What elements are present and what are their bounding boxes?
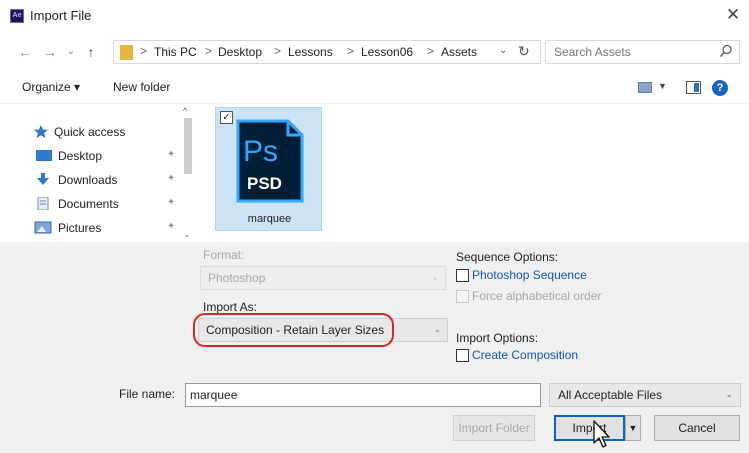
folder-icon (120, 45, 133, 60)
breadcrumb-separator: > (347, 44, 355, 58)
preview-pane-icon[interactable] (686, 81, 701, 94)
address-dropdown-icon[interactable]: ⌄ (499, 45, 507, 56)
format-label: Format: (203, 248, 245, 262)
file-name-label: File name: (119, 387, 176, 401)
scroll-up-icon[interactable]: ^ (183, 106, 187, 116)
photoshop-sequence-label[interactable]: Photoshop Sequence (472, 268, 587, 282)
pin-icon: ✦ (167, 221, 176, 232)
file-name-input[interactable]: marquee (185, 383, 541, 407)
command-toolbar: Organize ▾ New folder ▼ ? (0, 72, 749, 104)
close-button[interactable]: ✕ (722, 4, 744, 26)
mouse-cursor-icon (593, 420, 610, 448)
nav-scrollbar[interactable]: ^ ⌄ (180, 104, 195, 242)
photoshop-file-icon: Ps PSD (236, 119, 304, 203)
import-button[interactable]: Import (554, 415, 625, 441)
breadcrumb-lessons[interactable]: Lessons (288, 45, 333, 59)
psd-icon-psd-text: PSD (247, 174, 282, 193)
force-alphabetical-checkbox (456, 290, 469, 303)
nav-item-label: Desktop (58, 149, 103, 163)
breadcrumb-separator: > (140, 44, 148, 58)
import-options-dropdown-button[interactable]: ▼ (625, 415, 641, 441)
up-button[interactable]: ↑ (82, 42, 100, 62)
address-row: ← → ⌄ ↑ > This PC > Desktop > Lessons > … (0, 38, 749, 66)
search-icon (719, 44, 732, 57)
pin-icon: ✦ (167, 197, 176, 208)
file-name-value: marquee (190, 388, 238, 402)
chevron-down-icon: ⌄ (725, 389, 733, 399)
file-list-pane: ✓ Ps PSD marquee (200, 104, 749, 242)
chevron-down-icon: ⌄ (433, 324, 441, 334)
file-select-checkbox[interactable]: ✓ (220, 111, 233, 124)
search-box[interactable]: Search Assets (545, 40, 740, 64)
chevron-down-icon: ⌄ (431, 272, 439, 282)
breadcrumb-lesson06[interactable]: Lesson06 (361, 45, 413, 59)
scroll-down-icon[interactable]: ⌄ (183, 229, 191, 240)
import-folder-button: Import Folder (453, 415, 535, 441)
file-type-filter-value: All Acceptable Files (558, 388, 663, 402)
force-alphabetical-label: Force alphabetical order (472, 289, 602, 303)
recent-locations-button[interactable]: ⌄ (62, 42, 80, 62)
download-icon (37, 173, 49, 185)
desktop-icon (36, 150, 52, 161)
pin-icon: ✦ (167, 173, 176, 184)
help-icon[interactable]: ? (712, 80, 728, 96)
nav-item-desktop[interactable]: Desktop ✦ (34, 146, 184, 166)
nav-item-label: Pictures (58, 221, 102, 235)
format-select[interactable]: Photoshop ⌄ (200, 266, 446, 290)
breadcrumb-separator: > (205, 44, 213, 58)
sequence-options-label: Sequence Options: (456, 250, 559, 264)
highlight-annotation-ring (193, 313, 394, 347)
import-options-label: Import Options: (456, 331, 539, 345)
create-composition-label[interactable]: Create Composition (472, 348, 578, 362)
pictures-icon (34, 221, 52, 234)
change-view-icon[interactable] (638, 82, 652, 93)
document-icon (37, 197, 49, 210)
import-as-label: Import As: (203, 300, 258, 314)
forward-button[interactable]: → (41, 42, 59, 62)
format-value: Photoshop (208, 271, 266, 285)
scroll-thumb[interactable] (184, 118, 192, 174)
nav-item-label: Documents (58, 197, 119, 211)
cancel-button[interactable]: Cancel (654, 415, 740, 441)
breadcrumb-separator: > (274, 44, 282, 58)
organize-menu[interactable]: Organize ▾ (22, 80, 80, 94)
address-bar[interactable]: > This PC > Desktop > Lessons > Lesson06… (113, 40, 541, 64)
window-title: Import File (30, 8, 92, 23)
nav-item-label: Quick access (54, 125, 126, 139)
new-folder-button[interactable]: New folder (113, 80, 170, 94)
back-button[interactable]: ← (16, 42, 34, 62)
breadcrumb-desktop[interactable]: Desktop (218, 45, 262, 59)
pin-icon: ✦ (167, 149, 176, 160)
nav-item-label: Downloads (58, 173, 118, 187)
create-composition-checkbox[interactable] (456, 349, 469, 362)
refresh-icon[interactable]: ↻ (518, 43, 530, 60)
import-options-panel: Format: Photoshop ⌄ Import As: Compositi… (0, 242, 749, 372)
nav-item-pictures[interactable]: Pictures ✦ (34, 218, 184, 238)
title-bar: Ae Import File ✕ (0, 0, 749, 32)
star-icon (34, 125, 48, 138)
after-effects-app-icon: Ae (10, 9, 24, 23)
breadcrumb-this-pc[interactable]: This PC (154, 45, 197, 59)
breadcrumb-separator: > (427, 44, 435, 58)
breadcrumb-assets[interactable]: Assets (441, 45, 477, 59)
nav-item-quick-access[interactable]: Quick access (34, 122, 184, 142)
nav-item-downloads[interactable]: Downloads ✦ (34, 170, 184, 190)
navigation-pane: Quick access Desktop ✦ Downloads ✦ Docum… (0, 104, 200, 242)
file-type-filter-select[interactable]: All Acceptable Files ⌄ (549, 383, 741, 407)
photoshop-sequence-checkbox[interactable] (456, 269, 469, 282)
search-placeholder: Search Assets (554, 45, 631, 59)
nav-item-documents[interactable]: Documents ✦ (34, 194, 184, 214)
file-item-marquee[interactable]: ✓ Ps PSD marquee (215, 107, 322, 231)
psd-icon-ps-text: Ps (243, 135, 278, 168)
view-dropdown-icon[interactable]: ▼ (658, 81, 667, 91)
file-name-label: marquee (247, 213, 292, 225)
